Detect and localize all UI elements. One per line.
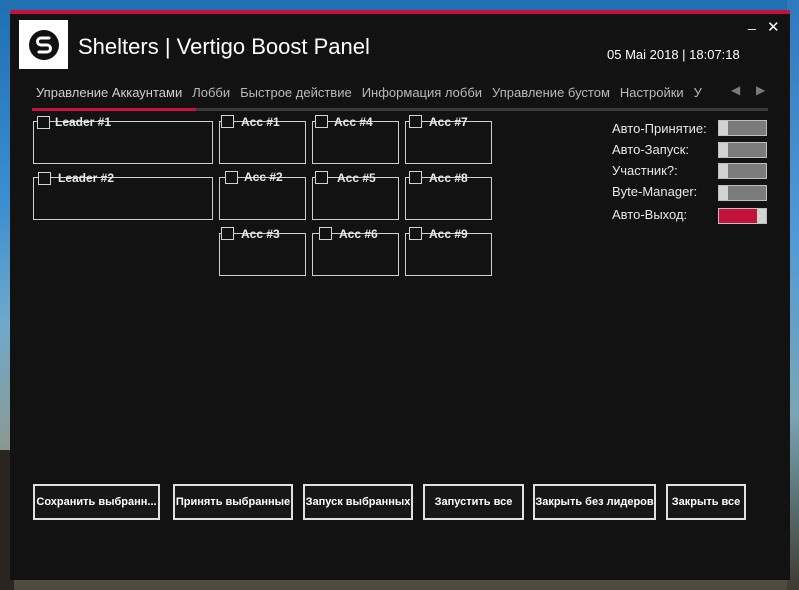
tab-boost-management[interactable]: Управление бустом xyxy=(492,85,610,100)
byte-manager-label: Byte-Manager: xyxy=(612,184,698,199)
tab-lobby[interactable]: Лобби xyxy=(192,85,230,100)
byte-manager-toggle[interactable] xyxy=(718,185,767,201)
shelters-logo-icon xyxy=(28,29,59,60)
acc-5-checkbox[interactable] xyxy=(315,171,328,184)
acc-9-checkbox[interactable] xyxy=(409,227,422,240)
acc-7-checkbox[interactable] xyxy=(409,115,422,128)
tab-overflow[interactable]: У xyxy=(694,85,702,100)
acc-3-label: Acc #3 xyxy=(241,227,280,241)
tab-settings[interactable]: Настройки xyxy=(620,85,684,100)
auto-exit-toggle[interactable] xyxy=(718,208,767,224)
auto-accept-label: Авто-Принятие: xyxy=(612,121,707,136)
datetime-display: 05 Mai 2018 | 18:07:18 xyxy=(607,47,740,62)
acc-1-label: Acc #1 xyxy=(241,115,280,129)
app-window: Shelters | Vertigo Boost Panel 05 Mai 20… xyxy=(10,10,790,580)
acc-1-checkbox[interactable] xyxy=(221,115,234,128)
auto-exit-label: Авто-Выход: xyxy=(612,207,688,222)
acc-6-checkbox[interactable] xyxy=(319,227,332,240)
leader-1-label: Leader #1 xyxy=(55,115,112,129)
acc-6-label: Acc #6 xyxy=(339,227,378,241)
tab-quick-action[interactable]: Быстрое действие xyxy=(240,85,352,100)
auto-accept-toggle[interactable] xyxy=(718,120,767,136)
launch-selected-button[interactable]: Запуск выбранных xyxy=(303,484,413,520)
close-button[interactable]: ✕ xyxy=(767,18,780,36)
close-without-leaders-button[interactable]: Закрыть без лидеров xyxy=(533,484,656,520)
acc-4-checkbox[interactable] xyxy=(315,115,328,128)
acc-8-label: Acc #8 xyxy=(429,171,468,185)
tab-scroll-right-icon[interactable]: ▶ xyxy=(756,83,765,97)
app-logo xyxy=(19,20,68,69)
acc-2-label: Acc #2 xyxy=(244,170,283,184)
tab-strip: Управление Аккаунтами Лобби Быстрое дейс… xyxy=(36,85,720,105)
tab-account-management[interactable]: Управление Аккаунтами xyxy=(36,85,182,100)
tab-scroll-left-icon[interactable]: ◀ xyxy=(731,83,740,97)
launch-all-button[interactable]: Запустить все xyxy=(423,484,524,520)
acc-2-checkbox[interactable] xyxy=(225,171,238,184)
tab-active-indicator xyxy=(32,108,196,111)
acc-3-checkbox[interactable] xyxy=(221,227,234,240)
auto-launch-label: Авто-Запуск: xyxy=(612,142,689,157)
acc-5-label: Acc #5 xyxy=(337,171,376,185)
tab-lobby-info[interactable]: Информация лобби xyxy=(362,85,482,100)
close-all-button[interactable]: Закрыть все xyxy=(666,484,746,520)
leader-2-checkbox[interactable] xyxy=(38,172,51,185)
acc-7-label: Acc #7 xyxy=(429,115,468,129)
app-title: Shelters | Vertigo Boost Panel xyxy=(78,34,370,59)
minimize-button[interactable]: _ xyxy=(748,14,756,30)
participant-toggle[interactable] xyxy=(718,163,767,179)
accept-selected-button[interactable]: Принять выбранные xyxy=(173,484,293,520)
leader-1-checkbox[interactable] xyxy=(37,116,50,129)
participant-label: Участник?: xyxy=(612,163,678,178)
save-selected-button[interactable]: Сохранить выбранн... xyxy=(33,484,160,520)
acc-9-label: Acc #9 xyxy=(429,227,468,241)
auto-launch-toggle[interactable] xyxy=(718,142,767,158)
leader-2-label: Leader #2 xyxy=(58,171,115,185)
acc-4-label: Acc #4 xyxy=(334,115,373,129)
acc-8-checkbox[interactable] xyxy=(409,171,422,184)
